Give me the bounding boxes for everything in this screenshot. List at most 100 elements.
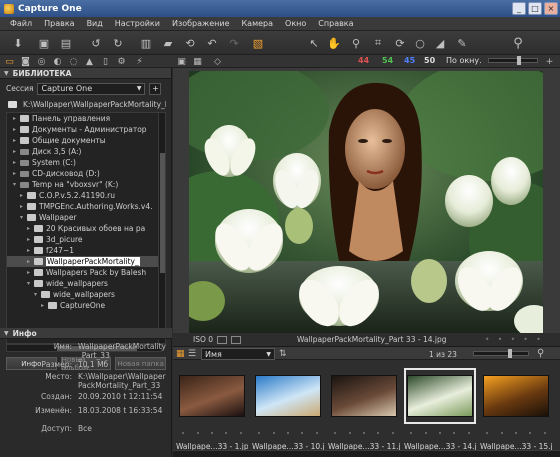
- zoom-slider-handle[interactable]: [517, 56, 521, 65]
- thumbnail-rating[interactable]: [252, 432, 324, 438]
- batch-icon[interactable]: ▧: [250, 35, 266, 51]
- folder-icon[interactable]: ▰: [160, 35, 176, 51]
- menu-file[interactable]: Файл: [4, 19, 38, 28]
- menu-view[interactable]: Вид: [81, 19, 109, 28]
- collapsed-arrow-icon[interactable]: ▸: [25, 225, 32, 232]
- tree-node[interactable]: ▸ f247~1: [7, 245, 161, 256]
- rating-dot[interactable]: [210, 432, 213, 434]
- tree-node[interactable]: ▸ Диск 3,5 (A:): [7, 146, 161, 157]
- rating-dot[interactable]: [334, 432, 337, 434]
- menu-settings[interactable]: Настройки: [109, 19, 166, 28]
- rating-dot[interactable]: [377, 432, 380, 434]
- tree-node[interactable]: ▸ Панель управления: [7, 113, 161, 124]
- sharpness-tab-icon[interactable]: ▲: [84, 56, 95, 67]
- tree-node[interactable]: ▸ 20 Красивых обоев на ра: [7, 223, 161, 234]
- expanded-arrow-icon[interactable]: ▾: [18, 214, 25, 221]
- menu-image[interactable]: Изображение: [166, 19, 236, 28]
- rating-dot[interactable]: [514, 432, 517, 434]
- collapsed-arrow-icon[interactable]: ▸: [18, 192, 25, 199]
- browser-horizontal-scrollbar[interactable]: [173, 450, 560, 457]
- sort-select[interactable]: Имя ▼: [201, 348, 275, 360]
- rating-dot[interactable]: [500, 432, 503, 434]
- rotate-left-icon[interactable]: ↺: [88, 35, 104, 51]
- scroll-thumb[interactable]: [160, 153, 165, 273]
- compare-mode-icon[interactable]: ▦: [192, 56, 203, 67]
- thumbnail-image[interactable]: [179, 375, 245, 417]
- collapsed-arrow-icon[interactable]: ▸: [11, 148, 18, 155]
- collapsed-arrow-icon[interactable]: ▸: [25, 247, 32, 254]
- search-icon[interactable]: ⚲: [537, 348, 544, 359]
- capture-icon[interactable]: ▣: [36, 35, 52, 51]
- exposure-tab-icon[interactable]: ◐: [52, 56, 63, 67]
- thumbnail-rating[interactable]: [404, 432, 476, 438]
- trash-icon[interactable]: ▥: [138, 35, 154, 51]
- menu-help[interactable]: Справка: [312, 19, 359, 28]
- collapsed-arrow-icon[interactable]: ▸: [25, 258, 32, 265]
- expanded-arrow-icon[interactable]: ▾: [25, 280, 32, 287]
- collapsed-arrow-icon[interactable]: ▸: [11, 170, 18, 177]
- tree-node[interactable]: ▾ wide_wallpapers: [7, 278, 161, 289]
- collapsed-arrow-icon[interactable]: ▸: [11, 126, 18, 133]
- menu-camera[interactable]: Камера: [236, 19, 280, 28]
- rating-dot[interactable]: [529, 432, 532, 434]
- output-tab-icon[interactable]: ⚙: [116, 56, 127, 67]
- thumbnail-image[interactable]: [407, 375, 473, 417]
- rating-dot[interactable]: [348, 432, 351, 434]
- tree-node[interactable]: ▸ Wallpapers Pack by Balesh: [7, 267, 161, 278]
- zoom-icon[interactable]: ⚲: [348, 35, 364, 51]
- color-picker-icon[interactable]: ✎: [454, 35, 470, 51]
- tree-node[interactable]: ▸ 3d_picure: [7, 234, 161, 245]
- zoom-slider[interactable]: [488, 56, 538, 65]
- rating-dot[interactable]: [182, 432, 185, 434]
- camera-tab-icon[interactable]: ◙: [20, 56, 31, 67]
- list-view-icon[interactable]: ☰: [188, 349, 197, 359]
- rotate-right-icon[interactable]: ↻: [110, 35, 126, 51]
- add-session-button[interactable]: +: [149, 82, 162, 95]
- info-section-header[interactable]: ▼ Инфо: [0, 328, 172, 339]
- tree-node[interactable]: ▸ System (C:): [7, 157, 161, 168]
- rating-dot[interactable]: [315, 432, 318, 434]
- thumbnail-image[interactable]: [255, 375, 321, 417]
- rating-dot[interactable]: [410, 432, 413, 434]
- redo-icon[interactable]: ↷: [226, 35, 242, 51]
- undo-icon[interactable]: ↶: [204, 35, 220, 51]
- pan-icon[interactable]: ✋: [326, 35, 342, 51]
- thumbnail-rating[interactable]: [328, 432, 400, 438]
- tree-node[interactable]: ▸ WallpaperPackMortality_: [7, 256, 161, 267]
- tree-node[interactable]: ▸ Общие документы: [7, 135, 161, 146]
- thumbnail[interactable]: [252, 368, 324, 424]
- maximize-button[interactable]: □: [528, 2, 542, 15]
- sort-direction-icon[interactable]: ⇅: [279, 349, 287, 359]
- exposure-warning-icon[interactable]: ◇: [212, 56, 223, 67]
- rating-dot[interactable]: [467, 432, 470, 434]
- thumbnail[interactable]: [328, 368, 400, 424]
- collapse-triangle-icon[interactable]: ▼: [4, 70, 9, 77]
- tree-node[interactable]: ▾ Wallpaper: [7, 212, 161, 223]
- session-select[interactable]: Capture One ▼: [37, 82, 146, 95]
- main-photo[interactable]: [189, 71, 543, 333]
- metadata-tab-icon[interactable]: ▯: [100, 56, 111, 67]
- tree-node[interactable]: ▸ Документы - Администратор: [7, 124, 161, 135]
- collapse-triangle-icon[interactable]: ▼: [4, 330, 9, 337]
- thumbnail-image[interactable]: [331, 375, 397, 417]
- library-tab-icon[interactable]: ▭: [4, 56, 15, 67]
- thumbnail-size-slider[interactable]: [473, 349, 529, 358]
- expanded-arrow-icon[interactable]: ▾: [11, 181, 18, 188]
- rating-dot[interactable]: [362, 432, 365, 434]
- undo-all-icon[interactable]: ⟲: [182, 35, 198, 51]
- tree-node[interactable]: ▸ CD-дисковод (D:): [7, 168, 161, 179]
- minimize-button[interactable]: _: [512, 2, 526, 15]
- thumbnail-size-handle[interactable]: [508, 349, 512, 358]
- collapsed-arrow-icon[interactable]: ▸: [11, 159, 18, 166]
- rating-dot[interactable]: [424, 432, 427, 434]
- library-section-header[interactable]: ▼ БИБЛИОТЕКА: [0, 68, 171, 79]
- rating-dot[interactable]: [301, 432, 304, 434]
- color-tab-icon[interactable]: ◎: [36, 56, 47, 67]
- close-button[interactable]: ×: [544, 2, 558, 15]
- collapsed-arrow-icon[interactable]: ▸: [11, 115, 18, 122]
- zoom-fit-label[interactable]: По окну.: [446, 56, 482, 65]
- collapsed-arrow-icon[interactable]: ▸: [11, 137, 18, 144]
- rating-dot[interactable]: [438, 432, 441, 434]
- rating-dot[interactable]: [225, 432, 228, 434]
- rating-dot[interactable]: [239, 432, 242, 434]
